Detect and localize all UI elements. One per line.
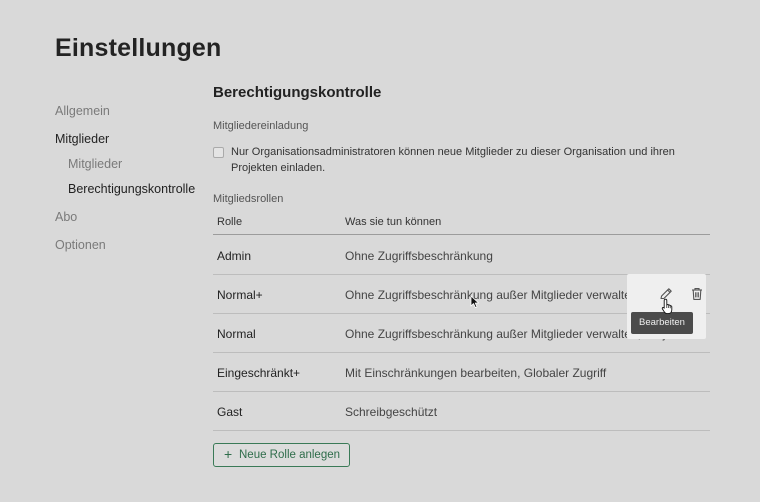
trash-icon (692, 288, 702, 300)
add-role-label: Neue Rolle anlegen (239, 449, 341, 461)
sidebar-item-allgemein[interactable]: Allgemein (55, 104, 110, 118)
page-title: Einstellungen (55, 34, 222, 62)
table-row[interactable]: Gast Schreibgeschützt (213, 391, 710, 431)
role-description: Schreibgeschützt (345, 405, 438, 419)
pencil-icon (660, 288, 672, 300)
invitation-heading: Mitgliedereinladung (213, 120, 309, 132)
role-name: Admin (217, 249, 252, 263)
column-header-role: Rolle (217, 216, 243, 228)
role-description: Ohne Zugriffsbeschränkung (345, 249, 493, 263)
sidebar-item-optionen[interactable]: Optionen (55, 238, 106, 252)
table-row[interactable]: Admin Ohne Zugriffsbeschränkung (213, 235, 710, 275)
sidebar-subitem-berechtigungskontrolle[interactable]: Berechtigungskontrolle (68, 182, 195, 196)
section-title: Berechtigungskontrolle (213, 84, 382, 101)
table-row[interactable]: Eingeschränkt+ Mit Einschränkungen bearb… (213, 352, 710, 392)
edit-tooltip: Bearbeiten (631, 312, 693, 334)
row-actions-popover: Bearbeiten (627, 274, 706, 339)
plus-icon: + (224, 446, 233, 462)
edit-role-button[interactable] (657, 285, 675, 303)
role-name: Normal+ (217, 288, 263, 302)
delete-role-button[interactable] (688, 285, 706, 303)
admin-only-invite-checkbox[interactable] (213, 147, 224, 158)
roles-heading: Mitgliedsrollen (213, 193, 284, 205)
role-description: Mit Einschränkungen bearbeiten, Globaler… (345, 366, 607, 380)
sidebar-item-mitglieder[interactable]: Mitglieder (55, 132, 109, 146)
sidebar-item-abo[interactable]: Abo (55, 210, 77, 224)
role-name: Gast (217, 405, 243, 419)
role-name: Normal (217, 327, 256, 341)
admin-only-invite-label[interactable]: Nur Organisationsadministratoren können … (231, 144, 701, 176)
role-name: Eingeschränkt+ (217, 366, 301, 380)
sidebar-subitem-mitglieder[interactable]: Mitglieder (68, 157, 122, 171)
column-header-permissions: Was sie tun können (345, 216, 442, 228)
add-role-button[interactable]: + Neue Rolle anlegen (213, 443, 350, 467)
